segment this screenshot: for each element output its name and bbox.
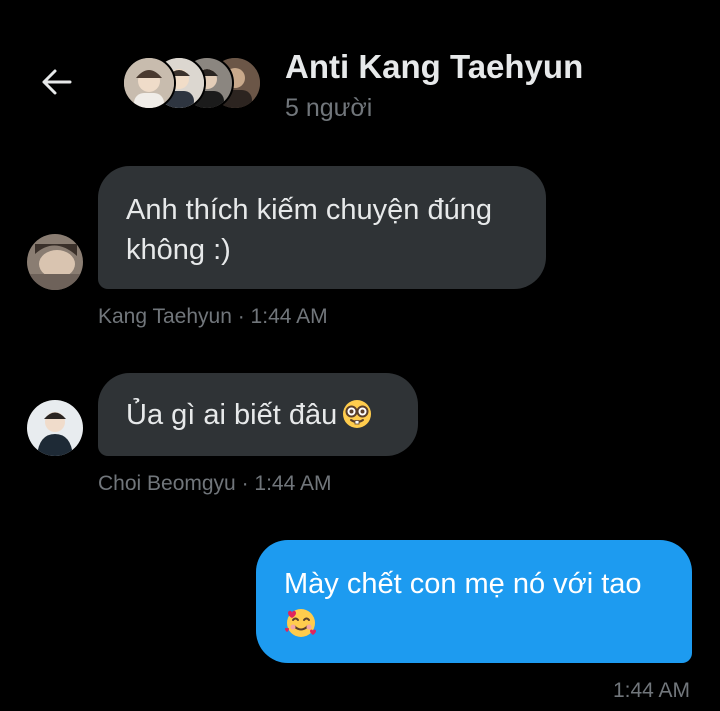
sender-avatar[interactable]: [27, 234, 83, 290]
message-meta: Kang Taehyun · 1:44 AM: [98, 305, 328, 328]
message-text: Mày chết con mẹ nó với tao: [284, 568, 642, 600]
avatar: [122, 56, 176, 110]
conversation-title[interactable]: Anti Kang Taehyun: [285, 48, 583, 86]
message-text: Anh thích kiếm chuyện đúng không :): [126, 194, 492, 266]
conversation-header: Anti Kang Taehyun 5 người: [0, 0, 720, 150]
message-meta: Choi Beomgyu · 1:44 AM: [98, 472, 332, 495]
group-avatars[interactable]: [122, 56, 262, 110]
nerd-face-emoji: [341, 398, 373, 441]
message-bubble[interactable]: Mày chết con mẹ nó với tao: [256, 540, 692, 663]
message-text: Ủa gì ai biết đâu: [126, 399, 338, 431]
message-bubble[interactable]: Anh thích kiếm chuyện đúng không :): [98, 166, 546, 289]
back-button[interactable]: [36, 62, 76, 102]
smiling-face-with-hearts-emoji: [284, 605, 318, 650]
message-timestamp: 1:44 AM: [612, 679, 690, 702]
arrow-left-icon: [42, 69, 72, 95]
sender-avatar[interactable]: [27, 400, 83, 456]
member-count[interactable]: 5 người: [285, 94, 372, 123]
message-bubble[interactable]: Ủa gì ai biết đâu: [98, 373, 418, 456]
